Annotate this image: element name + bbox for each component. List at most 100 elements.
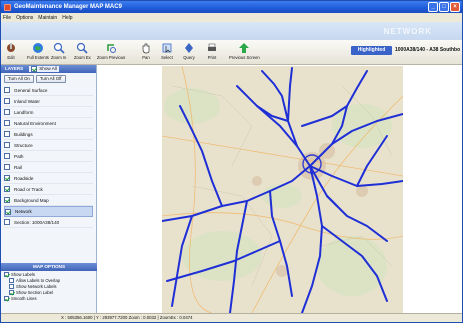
layer-label: Structure <box>14 142 33 148</box>
map-option-checkbox[interactable] <box>9 277 14 283</box>
map-options-title: MAP OPTIONS <box>32 264 66 269</box>
minimize-button[interactable]: _ <box>428 2 438 12</box>
map-option-checkbox[interactable] <box>9 289 14 295</box>
turn-all-on-button[interactable]: Turn All On <box>4 75 34 83</box>
layer-checkbox[interactable] <box>5 208 11 215</box>
map-view[interactable] <box>162 66 403 313</box>
layer-checkbox[interactable] <box>4 98 10 104</box>
layer-item[interactable]: Inland Water <box>4 96 93 107</box>
edit-label: Edit <box>7 55 15 60</box>
layer-checkbox[interactable] <box>4 120 10 126</box>
layer-checkbox[interactable] <box>4 197 10 203</box>
layer-label: Road or Track <box>14 186 43 192</box>
full-extents-button[interactable]: Full Extents <box>27 42 49 63</box>
menu-maintain[interactable]: Maintain <box>38 15 57 21</box>
layer-item[interactable]: Buildings <box>4 129 93 140</box>
turn-all-off-button[interactable]: Turn All Off <box>35 75 66 83</box>
network-banner: NETWORK <box>1 22 462 40</box>
zoom-previous-label: Zoom Previous <box>97 55 126 60</box>
layer-item[interactable]: Network <box>4 206 93 217</box>
pan-button[interactable]: Pan <box>140 42 152 63</box>
highlighted-tab[interactable]: Highlighted <box>351 46 392 55</box>
layer-item[interactable]: Rail <box>4 162 93 173</box>
layer-label: Landform <box>14 109 34 115</box>
hand-icon <box>140 42 152 54</box>
query-icon <box>183 42 195 54</box>
layer-label: Rail <box>14 164 22 170</box>
map-option-label: Allow Labels to Overlap <box>16 277 60 283</box>
layer-checkbox[interactable] <box>4 175 10 181</box>
select-label: Select <box>161 55 173 60</box>
layer-checkbox[interactable] <box>4 153 10 159</box>
layer-label: Path <box>14 153 24 159</box>
query-button[interactable]: Query <box>183 42 195 63</box>
toolbar: Edit Full Extents Zoom In Zoom Ex Zoom P… <box>1 40 462 65</box>
layer-item[interactable]: Structure <box>4 140 93 151</box>
query-label: Query <box>183 55 195 60</box>
layer-item[interactable]: Landform <box>4 107 93 118</box>
layers-sidebar: LAYERS Show All Turn All On Turn All Off… <box>1 65 97 313</box>
layer-item[interactable]: Roadside <box>4 173 93 184</box>
map-options-panel: MAP OPTIONS Show Labels Allow Labels to O… <box>1 263 97 301</box>
menu-file[interactable]: File <box>3 15 11 21</box>
select-button[interactable]: Select <box>161 42 173 63</box>
app-window: GeoMaintenance Manager MAP MAC9 _ □ × Fi… <box>0 0 463 323</box>
previous-screen-label: Previous Screen <box>229 55 260 60</box>
layers-header-title: LAYERS <box>5 66 24 71</box>
title-bar: GeoMaintenance Manager MAP MAC9 _ □ × <box>1 1 462 13</box>
layer-label: Inland Water <box>14 98 40 104</box>
map-option-item[interactable]: Smooth Lines <box>1 295 97 301</box>
layer-checkbox[interactable] <box>4 131 10 137</box>
maximize-button[interactable]: □ <box>439 2 449 12</box>
pan-label: Pan <box>142 55 150 60</box>
zoom-in-button[interactable]: Zoom In <box>51 42 66 63</box>
menu-help[interactable]: Help <box>62 15 72 21</box>
close-button[interactable]: × <box>450 2 460 12</box>
layer-label: Buildings <box>14 131 33 137</box>
layer-checkbox[interactable] <box>4 164 10 170</box>
layer-label: Background Map <box>14 197 49 203</box>
map-option-checkbox[interactable] <box>4 271 9 277</box>
previous-screen-icon <box>238 42 250 54</box>
zoom-in-label: Zoom In <box>51 55 67 60</box>
layer-item[interactable]: Road or Track <box>4 184 93 195</box>
layer-checkbox[interactable] <box>4 219 10 225</box>
layer-checkbox[interactable] <box>4 109 10 115</box>
show-all-toggle[interactable]: Show All <box>29 66 59 72</box>
show-all-checkbox[interactable] <box>31 66 38 72</box>
zoom-previous-icon <box>105 42 117 54</box>
zoom-ex-button[interactable]: Zoom Ex <box>74 42 91 63</box>
globe-icon <box>32 42 44 54</box>
map-option-checkbox[interactable] <box>4 295 9 301</box>
previous-screen-button[interactable]: Previous Screen <box>229 42 260 63</box>
window-title: GeoMaintenance Manager MAP MAC9 <box>14 4 122 10</box>
map-option-label: Show Section Label <box>16 289 54 295</box>
layer-label: Section: 1000A38/140 <box>14 219 60 225</box>
menu-bar: File Options Maintain Help <box>1 13 462 22</box>
layer-checkbox[interactable] <box>4 142 10 148</box>
full-extents-label: Full Extents <box>27 55 49 60</box>
map-option-checkbox[interactable] <box>9 283 14 289</box>
layer-item[interactable]: General Surface <box>4 85 93 96</box>
layer-item[interactable]: Section: 1000A38/140 <box>4 217 93 228</box>
zoom-in-icon <box>53 42 65 54</box>
map-area[interactable] <box>97 65 462 313</box>
layer-checkbox[interactable] <box>4 87 10 93</box>
layer-label: Roadside <box>14 175 34 181</box>
map-options-list: Show Labels Allow Labels to Overlap Show N… <box>1 271 97 301</box>
print-label: Print <box>207 55 217 60</box>
show-all-label: Show All <box>39 66 57 71</box>
edit-icon <box>5 42 17 54</box>
menu-options[interactable]: Options <box>16 15 33 21</box>
select-icon <box>161 42 173 54</box>
zoom-previous-button[interactable]: Zoom Previous <box>97 42 125 63</box>
layer-item[interactable]: Path <box>4 151 93 162</box>
edit-button[interactable]: Edit <box>5 42 17 63</box>
layer-item[interactable]: Natural Environment <box>4 118 93 129</box>
layer-item[interactable]: Background Map <box>4 195 93 206</box>
map-options-header: MAP OPTIONS <box>1 263 97 271</box>
layer-list: General Surface Inland Water Landform Natur… <box>1 85 96 228</box>
print-button[interactable]: Print <box>206 42 218 63</box>
layers-header: LAYERS Show All <box>1 65 96 73</box>
layer-checkbox[interactable] <box>4 186 10 192</box>
